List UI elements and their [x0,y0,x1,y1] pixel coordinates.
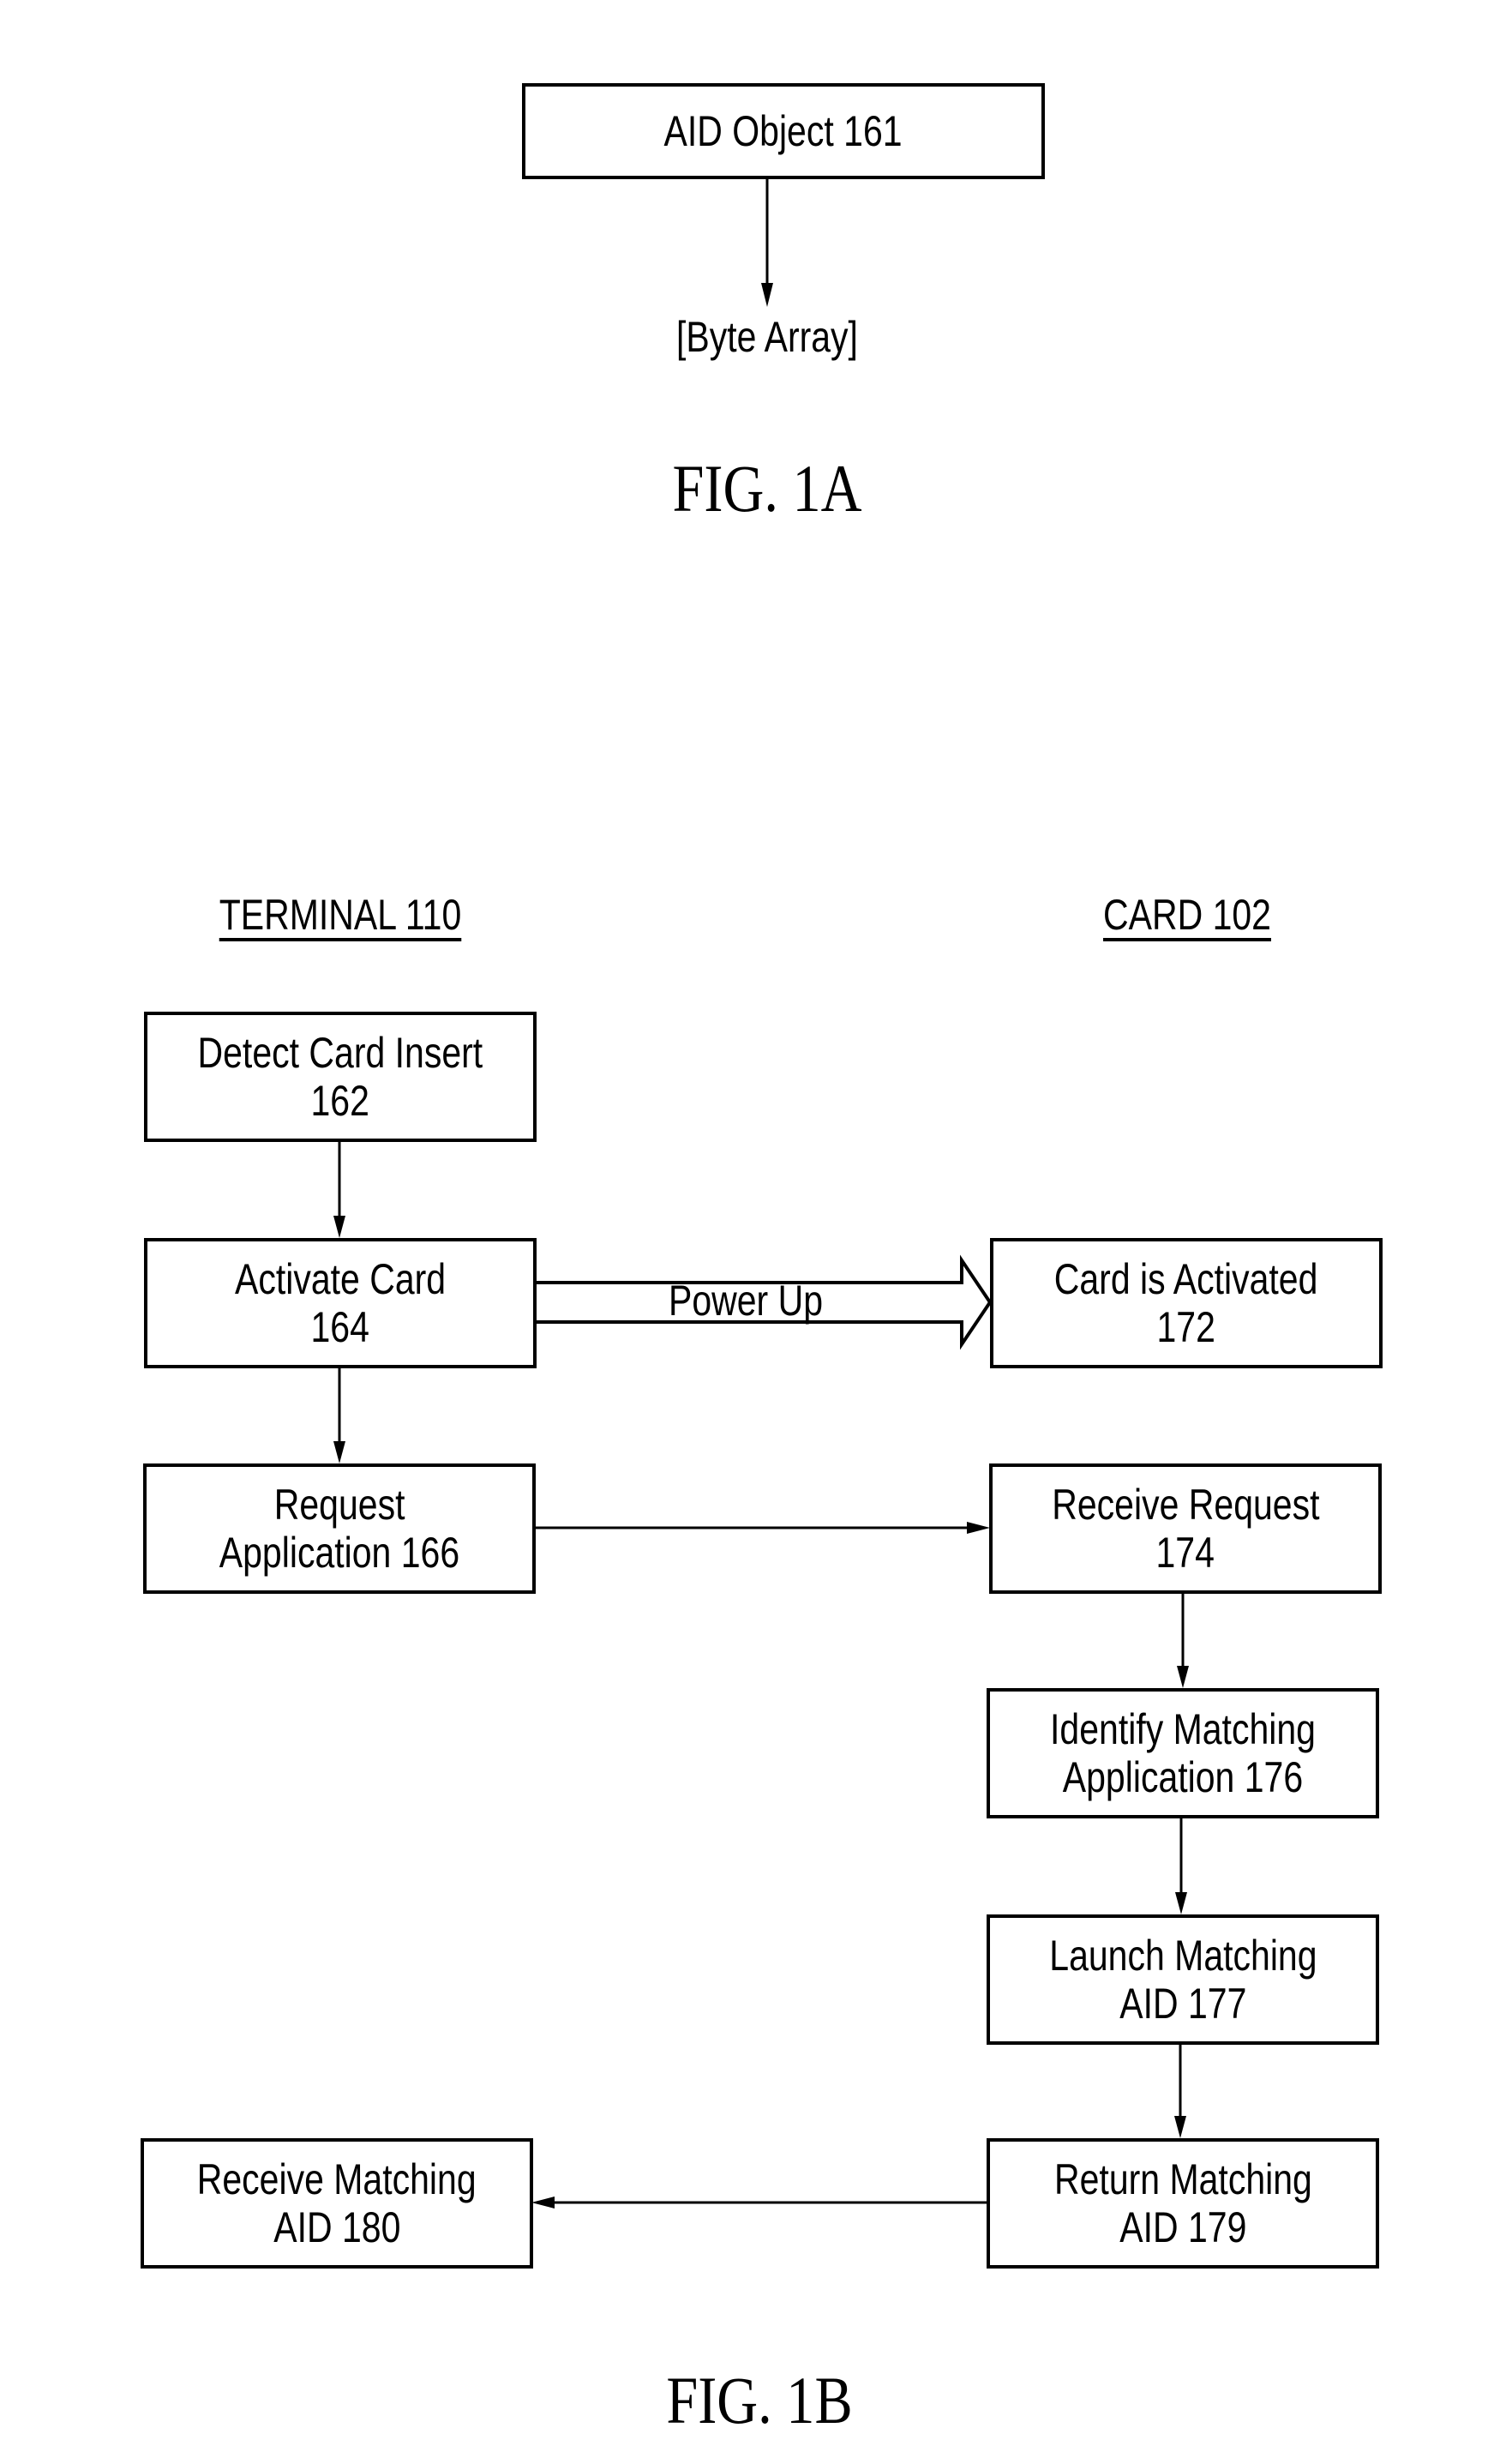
arrowhead [1175,1892,1187,1914]
arrowhead [761,283,773,307]
step-text: Detect Card Insert [197,1029,483,1077]
step-number: Application 176 [1062,1753,1304,1801]
step-number: 162 [310,1077,370,1125]
step-card-is-activated: Card is Activated 172 [990,1238,1383,1368]
step-return-matching-aid: Return Matching AID 179 [987,2138,1379,2269]
step-text: Card is Activated [1054,1255,1318,1303]
aid-object-box: AID Object 161 [522,83,1045,179]
arrowhead [1174,2116,1186,2138]
aid-object-label: AID Object 161 [663,107,903,155]
step-number: AID 177 [1119,1980,1247,2028]
power-up-label: Power Up [668,1277,824,1325]
step-number: 172 [1156,1303,1216,1351]
arrowhead [967,1522,990,1534]
arrowhead [1177,1666,1189,1688]
terminal-heading: TERMINAL 110 [219,891,462,939]
card-heading: CARD 102 [1103,891,1271,939]
figure-1b-caption: FIG. 1B [666,2363,853,2437]
step-number: AID 179 [1119,2203,1247,2251]
step-number: 164 [310,1303,370,1351]
step-number: AID 180 [273,2203,401,2251]
step-number: 174 [1155,1529,1215,1577]
step-launch-matching-aid: Launch Matching AID 177 [987,1914,1379,2045]
figure-1a-caption: FIG. 1A [672,451,862,526]
byte-array-label: [Byte Array] [676,313,858,361]
step-text: Launch Matching [1048,1932,1317,1980]
arrowhead [333,1441,345,1463]
step-text: Identify Matching [1050,1705,1316,1753]
arrowhead [531,2197,555,2209]
step-text: Request [273,1481,405,1529]
step-text: Receive Matching [197,2155,477,2203]
step-receive-request: Receive Request 174 [989,1463,1382,1594]
step-activate-card: Activate Card 164 [144,1238,537,1368]
step-request-application: Request Application 166 [143,1463,536,1594]
connector-lines [333,177,1189,2209]
step-identify-matching-application: Identify Matching Application 176 [987,1688,1379,1818]
step-number: Application 166 [219,1529,460,1577]
step-text: Return Matching [1053,2155,1312,2203]
step-receive-matching-aid: Receive Matching AID 180 [141,2138,533,2269]
step-text: Activate Card [234,1255,447,1303]
step-detect-card-insert: Detect Card Insert 162 [144,1012,537,1142]
step-text: Receive Request [1051,1481,1320,1529]
arrowhead [333,1216,345,1238]
